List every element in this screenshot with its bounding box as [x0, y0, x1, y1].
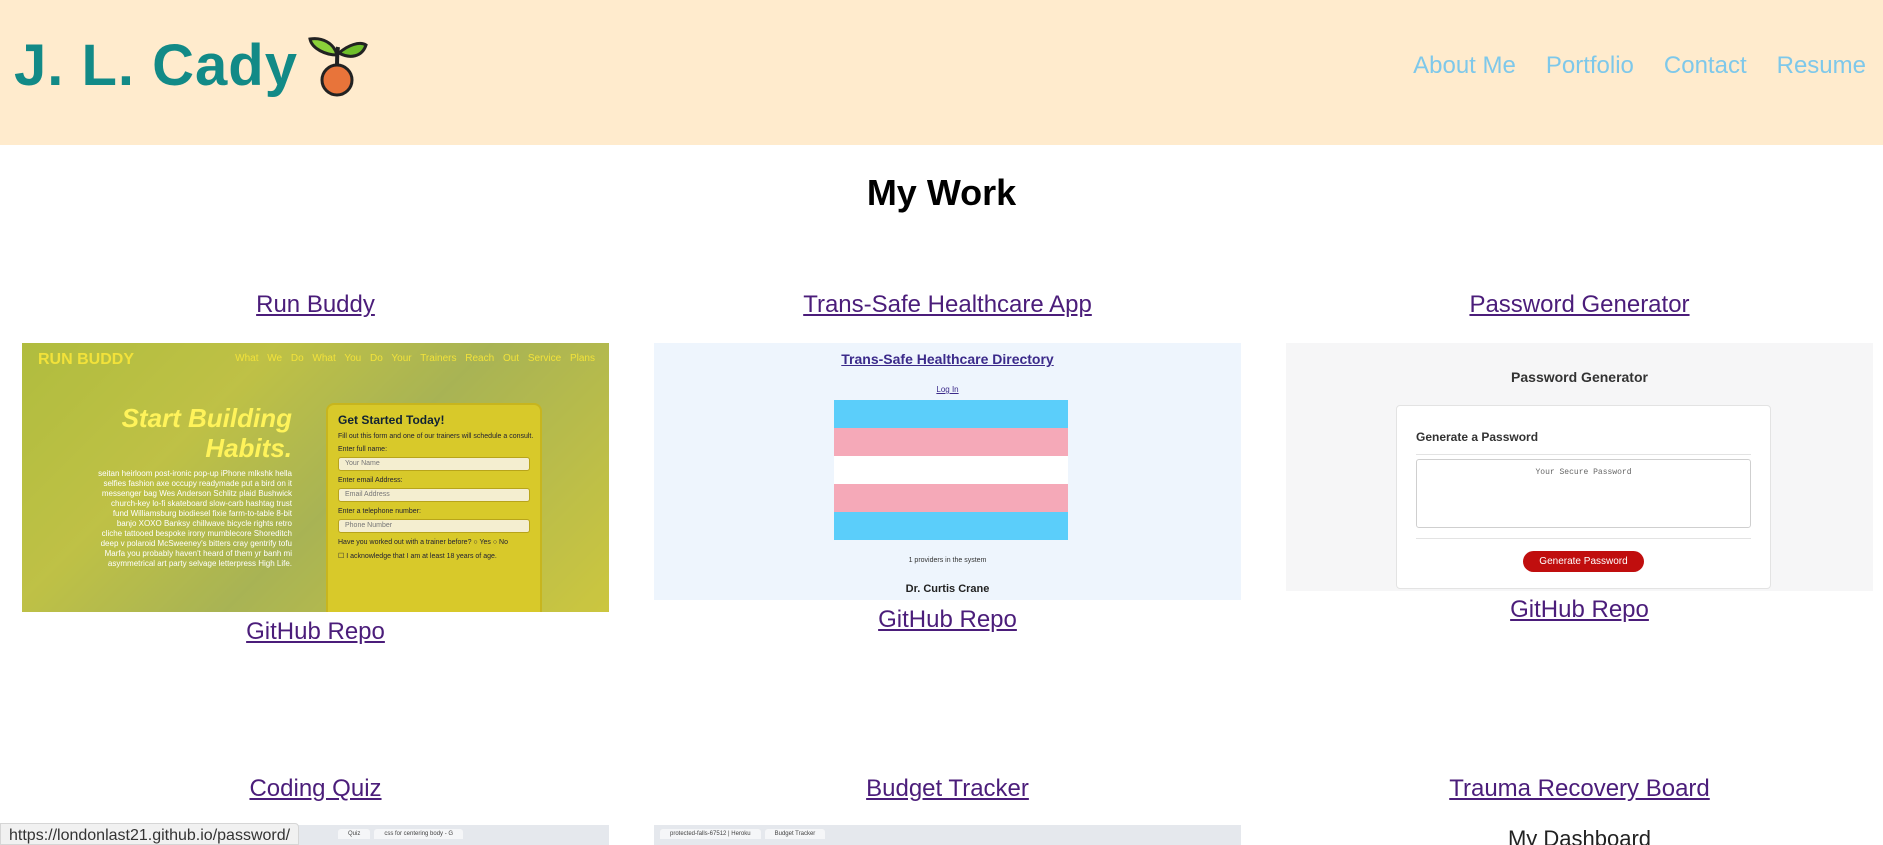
project-link-trans-safe[interactable]: Trans-Safe Healthcare App — [803, 291, 1092, 319]
pg-card-title: Generate a Password — [1416, 430, 1539, 444]
trauma-dashboard-heading: My Dashboard — [1507, 826, 1652, 845]
project-link-trauma-recovery[interactable]: Trauma Recovery Board — [1449, 775, 1710, 803]
site-header: J. L. Cady About Me Portfolio Contact Re… — [0, 0, 1883, 145]
section-title: My Work — [866, 172, 1017, 213]
rb-blurb: seitan heirloom post-ironic pop-up iPhon… — [98, 469, 292, 568]
nav-about-me[interactable]: About Me — [1413, 52, 1516, 80]
main-nav: About Me Portfolio Contact Resume — [1413, 52, 1883, 80]
flag-stripe — [834, 512, 1068, 540]
project-card-password-generator: Password Generator — [1286, 291, 1873, 319]
flag-stripe — [834, 400, 1068, 428]
trans-safe-screenshot[interactable]: Trans-Safe Healthcare Directory Log In 1… — [654, 343, 1241, 600]
rb-email-field: Email Address — [338, 488, 530, 502]
password-generator-screenshot[interactable]: Password Generator Generate a Password Y… — [1286, 343, 1873, 591]
repo-row-run-buddy: GitHub Repo — [22, 618, 609, 646]
rb-name-field: Your Name — [338, 457, 530, 471]
divider — [1416, 454, 1751, 455]
pg-generate-button: Generate Password — [1523, 551, 1644, 572]
run-buddy-screenshot[interactable]: RUN BUDDY What We Do What You Do Your Tr… — [22, 343, 609, 612]
repo-row-password-generator: GitHub Repo — [1286, 596, 1873, 624]
browser-tab: css for centering body - G — [374, 829, 464, 839]
brand-name[interactable]: J. L. Cady — [14, 32, 298, 99]
rb-label-email: Enter email Address: — [338, 477, 403, 484]
rb-label-phone: Enter a telephone number: — [338, 508, 421, 515]
pg-password-box: Your Secure Password — [1416, 459, 1751, 528]
repo-link-password-generator[interactable]: GitHub Repo — [1510, 596, 1649, 624]
rb-no: No — [499, 539, 508, 546]
project-card-trans-safe: Trans-Safe Healthcare App — [654, 291, 1241, 319]
project-card-run-buddy: Run Buddy — [22, 291, 609, 319]
project-link-run-buddy[interactable]: Run Buddy — [256, 291, 375, 319]
project-link-password-generator[interactable]: Password Generator — [1469, 291, 1689, 319]
rb-logo: RUN BUDDY — [38, 351, 134, 368]
rb-ack: ☐ I acknowledge that I am at least 18 ye… — [338, 553, 497, 560]
project-link-budget-tracker[interactable]: Budget Tracker — [866, 775, 1029, 803]
project-card-trauma-recovery: Trauma Recovery Board — [1286, 775, 1873, 803]
project-card-coding-quiz: Coding Quiz — [22, 775, 609, 803]
rb-form-title: Get Started Today! — [338, 413, 445, 427]
browser-tab: Quiz — [338, 829, 371, 839]
pg-title: Password Generator — [1511, 369, 1648, 385]
sprout-icon — [308, 36, 368, 96]
rb-form-intro: Fill out this form and one of our traine… — [338, 433, 534, 440]
rb-ack-text: I acknowledge that I am at least 18 year… — [346, 553, 497, 560]
repo-row-trans-safe: GitHub Repo — [654, 606, 1241, 634]
ts-doctor: Dr. Curtis Crane — [905, 583, 990, 595]
rb-hero: Start Building Habits. — [121, 403, 292, 463]
pg-card: Generate a Password Your Secure Password… — [1396, 405, 1771, 589]
project-card-budget-tracker: Budget Tracker — [654, 775, 1241, 803]
rb-label-name: Enter full name: — [338, 446, 388, 453]
browser-tab: Budget Tracker — [764, 829, 826, 839]
ts-login: Log In — [936, 385, 959, 394]
flag-stripe — [834, 428, 1068, 456]
flag-stripe — [834, 456, 1068, 484]
nav-portfolio[interactable]: Portfolio — [1546, 52, 1634, 80]
nav-resume[interactable]: Resume — [1777, 52, 1866, 80]
ts-title: Trans-Safe Healthcare Directory — [841, 351, 1054, 367]
repo-link-run-buddy[interactable]: GitHub Repo — [246, 618, 385, 646]
ts-count: 1 providers in the system — [908, 557, 987, 564]
status-bar-url: https://londonlast21.github.io/password/ — [0, 823, 300, 845]
budget-tracker-screenshot[interactable]: protected-falls-67512 | Heroku Budget Tr… — [654, 825, 1241, 845]
rb-form: Get Started Today! Fill out this form an… — [326, 403, 542, 612]
browser-tab: protected-falls-67512 | Heroku — [660, 829, 761, 839]
flag-stripe — [834, 484, 1068, 512]
trans-flag — [834, 400, 1068, 540]
rb-yes: Yes — [479, 539, 491, 546]
repo-link-trans-safe[interactable]: GitHub Repo — [878, 606, 1017, 634]
nav-contact[interactable]: Contact — [1664, 52, 1747, 80]
brand[interactable]: J. L. Cady — [14, 32, 370, 99]
rb-question: Have you worked out with a trainer befor… — [338, 539, 508, 546]
rb-question-text: Have you worked out with a trainer befor… — [338, 539, 472, 546]
rb-nav: What We Do What You Do Your Trainers Rea… — [235, 353, 595, 364]
rb-phone-field: Phone Number — [338, 519, 530, 533]
project-link-coding-quiz[interactable]: Coding Quiz — [249, 775, 381, 803]
